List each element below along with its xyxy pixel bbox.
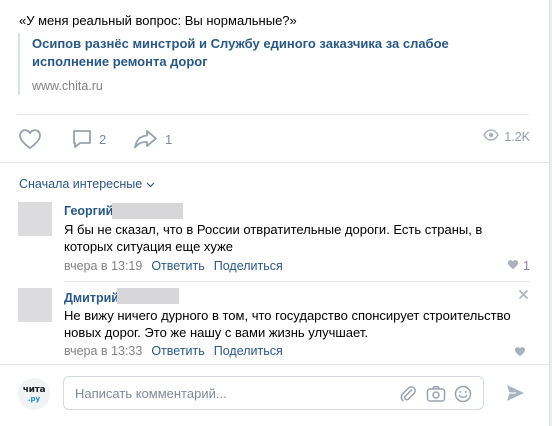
- redacted-surname: [112, 203, 183, 219]
- comment-author[interactable]: Георгий: [64, 204, 113, 218]
- avatar-logo-line2: .ру: [27, 394, 41, 403]
- views-counter: 1.2K: [483, 129, 530, 144]
- comment-button[interactable]: 2: [71, 126, 106, 152]
- heart-icon: [507, 259, 519, 273]
- link-snippet[interactable]: Осипов разнёс минстрой и Службу единого …: [18, 33, 518, 95]
- heart-icon: [18, 128, 42, 150]
- comment-time[interactable]: вчера в 13:19: [64, 259, 142, 273]
- comment-input-box[interactable]: [63, 376, 484, 410]
- post-quote: «У меня реальный вопрос: Вы нормальные?»: [19, 13, 297, 28]
- comments-count: 2: [99, 131, 107, 147]
- share-arrow-icon: [133, 128, 159, 150]
- emoji-icon[interactable]: [454, 385, 472, 406]
- avatar-logo-line1: чита: [22, 384, 46, 395]
- link-source: www.chita.ru: [32, 79, 103, 93]
- comment-input[interactable]: [75, 384, 385, 402]
- sort-label: Сначала интересные: [19, 177, 143, 191]
- comment-meta: вчера в 13:33 Ответить Поделиться: [64, 344, 283, 358]
- share-link[interactable]: Поделиться: [214, 344, 283, 358]
- close-icon[interactable]: [518, 287, 529, 304]
- comment-composer: чита .ру: [0, 366, 550, 426]
- share-button[interactable]: 1: [133, 126, 172, 152]
- chevron-down-icon: [142, 177, 155, 191]
- avatar[interactable]: [18, 202, 52, 236]
- link-title[interactable]: Осипов разнёс минстрой и Службу единого …: [32, 35, 518, 71]
- avatar[interactable]: [18, 288, 52, 322]
- shares-count: 1: [165, 131, 173, 147]
- comment-bubble-icon: [71, 128, 93, 150]
- comment-text: Я бы не сказал, что в России отвратитель…: [64, 222, 483, 254]
- comment-item: Георгий Я бы не сказал, что в России отв…: [0, 200, 550, 276]
- divider: [0, 162, 550, 163]
- comment-author[interactable]: Дмитрий: [64, 291, 119, 305]
- eye-icon: [483, 129, 500, 144]
- comment-like-button[interactable]: 1: [507, 259, 530, 273]
- avatar: чита .ру: [18, 378, 50, 410]
- share-link[interactable]: Поделиться: [214, 259, 283, 273]
- post-actions: 2 1 1.2K: [18, 126, 530, 152]
- comment-meta: вчера в 13:19 Ответить Поделиться: [64, 259, 283, 273]
- send-icon[interactable]: [505, 383, 525, 406]
- comments-sort-dropdown[interactable]: Сначала интересные: [19, 177, 155, 191]
- comment-time[interactable]: вчера в 13:33: [64, 344, 142, 358]
- redacted-surname: [117, 288, 179, 304]
- heart-icon: [514, 346, 526, 360]
- reply-link[interactable]: Ответить: [151, 259, 204, 273]
- comment-item: Дмитрий Не вижу ничего дурного в том, чт…: [0, 286, 550, 362]
- paperclip-icon[interactable]: [400, 385, 416, 406]
- divider: [64, 281, 530, 282]
- comment-likes-count: 1: [523, 259, 530, 273]
- like-button[interactable]: [18, 126, 42, 152]
- divider: [0, 364, 550, 365]
- comment-text: Не вижу ничего дурного в том, что госуда…: [64, 308, 511, 340]
- views-count: 1.2K: [504, 129, 530, 144]
- reply-link[interactable]: Ответить: [151, 344, 204, 358]
- comment-like-button[interactable]: [514, 346, 530, 360]
- divider: [17, 114, 529, 115]
- post-card: «У меня реальный вопрос: Вы нормальные?»…: [0, 0, 550, 426]
- camera-icon[interactable]: [426, 385, 446, 406]
